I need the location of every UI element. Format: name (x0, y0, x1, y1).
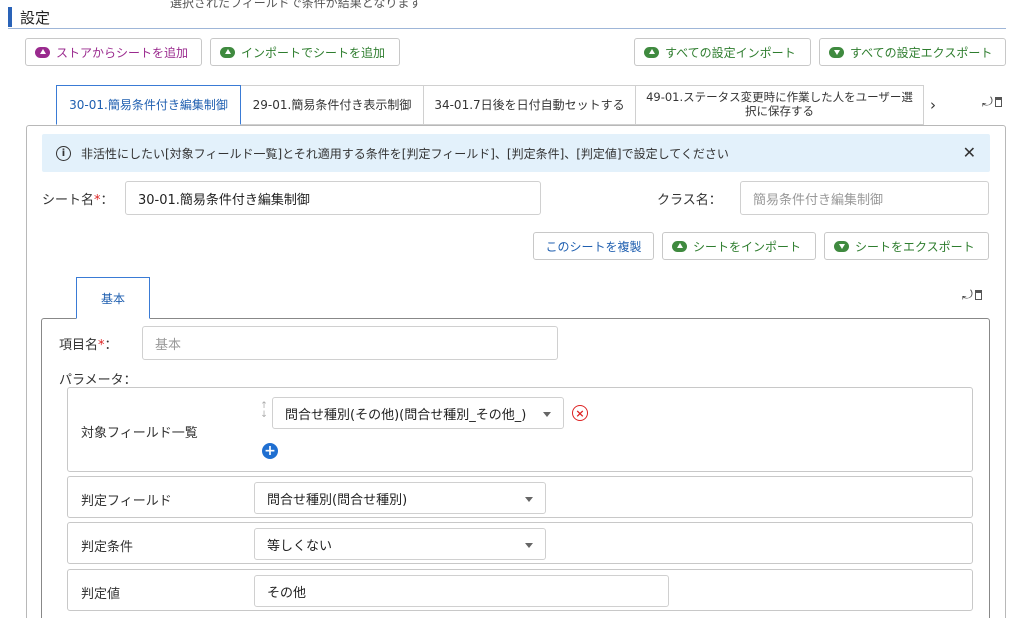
cloud-upload-icon (220, 46, 235, 58)
duplicate-sheet-label: このシートを複製 (545, 239, 642, 254)
sheet-name-input[interactable]: 30-01.簡易条件付き編集制御 (125, 181, 541, 215)
export-sheet-button[interactable]: シートをエクスポート (824, 232, 989, 260)
label-colon: ： (100, 193, 114, 208)
add-by-import-label: インポートでシートを追加 (241, 45, 386, 60)
export-all-label: すべての設定エクスポート (850, 45, 993, 60)
judge-field-select[interactable]: 問合せ種別(問合せ種別) (254, 482, 546, 514)
collapse-toggle-icon[interactable]: ⤾ (962, 287, 982, 303)
section-header: 設定 (8, 5, 1006, 29)
judge-field-value: 問合せ種別(問合せ種別) (267, 492, 408, 508)
chevron-right-icon[interactable]: › (930, 96, 936, 114)
class-name-input[interactable]: 簡易条件付き編集制御 (740, 181, 989, 215)
cloud-upload-icon (644, 46, 659, 58)
caret-down-icon (525, 497, 533, 502)
judge-value-input[interactable]: その他 (254, 575, 669, 607)
caret-down-icon (525, 543, 533, 548)
collapse-toggle-icon[interactable]: ⤾ (982, 94, 1002, 110)
caret-down-icon (543, 412, 551, 417)
tab-sheet-29-01[interactable]: 29-01.簡易条件付き表示制御 (241, 85, 424, 125)
class-name-label: クラス名： (657, 193, 722, 208)
cloud-download-icon (829, 46, 844, 58)
info-message: 非活性にしたい[対象フィールド一覧]とそれ適用する条件を[判定フィールド]、[判… (81, 146, 729, 161)
add-icon[interactable]: + (262, 443, 278, 459)
sheet-name-label: シート名*： (42, 189, 114, 208)
sort-handle-icon[interactable]: ↑ ↓ (259, 402, 269, 420)
add-from-store-button[interactable]: ストアからシートを追加 (25, 38, 202, 66)
tab-sheet-49-01[interactable]: 49-01.ステータス変更時に作業した人をユーザー選択に保存する (636, 85, 924, 125)
judge-condition-select[interactable]: 等しくない (254, 528, 546, 560)
tab-sheet-30-01[interactable]: 30-01.簡易条件付き編集制御 (56, 85, 241, 125)
cloud-upload-icon (35, 46, 50, 58)
target-field-select[interactable]: 問合せ種別(その他)(問合せ種別_その他_) (272, 397, 564, 429)
item-name-label: 項目名*： (59, 334, 118, 353)
item-name-label-text: 項目名 (59, 338, 99, 353)
params-label: パラメータ： (59, 373, 137, 388)
label-colon: ： (104, 338, 118, 353)
item-name-input[interactable]: 基本 (142, 326, 558, 360)
section-accent-bar (8, 7, 12, 27)
judge-condition-label: 判定条件 (81, 540, 134, 555)
judge-condition-value: 等しくない (267, 538, 333, 554)
remove-icon[interactable]: × (572, 405, 588, 421)
export-all-settings-button[interactable]: すべての設定エクスポート (819, 38, 1006, 66)
cloud-upload-icon (672, 240, 687, 252)
info-alert: i 非活性にしたい[対象フィールド一覧]とそれ適用する条件を[判定フィールド]、… (42, 134, 990, 172)
param-judge-condition: 判定条件 等しくない (67, 522, 973, 564)
import-sheet-button[interactable]: シートをインポート (662, 232, 816, 260)
judge-field-label: 判定フィールド (81, 494, 172, 509)
duplicate-sheet-button[interactable]: このシートを複製 (533, 232, 654, 260)
judge-value-label: 判定値 (81, 587, 121, 602)
tab-sheet-34-01[interactable]: 34-01.7日後を日付自動セットする (424, 85, 636, 125)
info-icon: i (56, 145, 71, 161)
param-target-fields: 対象フィールド一覧 ↑ ↓ 問合せ種別(その他)(問合せ種別_その他_) × + (67, 387, 973, 472)
add-by-import-button[interactable]: インポートでシートを追加 (210, 38, 400, 66)
add-from-store-label: ストアからシートを追加 (56, 45, 189, 60)
close-icon[interactable]: ✕ (963, 143, 976, 162)
export-sheet-label: シートをエクスポート (855, 239, 975, 254)
param-judge-field: 判定フィールド 問合せ種別(問合せ種別) (67, 476, 973, 518)
import-all-settings-button[interactable]: すべての設定インポート (634, 38, 811, 66)
sheet-tabs: 30-01.簡易条件付き編集制御 29-01.簡易条件付き表示制御 34-01.… (56, 85, 924, 125)
section-title: 設定 (20, 9, 51, 27)
param-judge-value: 判定値 その他 (67, 569, 973, 611)
target-fields-label: 対象フィールド一覧 (81, 426, 198, 441)
tab-item-basic[interactable]: 基本 (76, 277, 150, 319)
target-field-value: 問合せ種別(その他)(問合せ種別_その他_) (285, 407, 527, 423)
import-all-label: すべての設定インポート (665, 45, 796, 60)
sheet-name-label-text: シート名 (42, 193, 95, 208)
cloud-download-icon (834, 240, 849, 252)
import-sheet-label: シートをインポート (693, 239, 802, 254)
